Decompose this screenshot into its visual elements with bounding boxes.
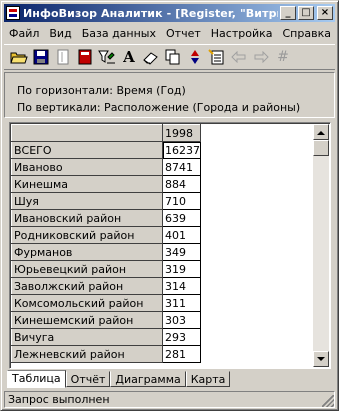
- table-cell[interactable]: 293: [162, 328, 201, 346]
- row-header[interactable]: Юрьевецкий район: [11, 260, 163, 278]
- page-icon[interactable]: [52, 46, 74, 68]
- menu-database[interactable]: База данных: [77, 27, 161, 40]
- menu-report[interactable]: Отчет: [161, 27, 206, 40]
- table-row: Комсомольский район 311: [11, 294, 201, 312]
- scroll-down-button[interactable]: [313, 351, 329, 367]
- row-header[interactable]: ВСЕГО: [11, 141, 163, 159]
- horizontal-dimension-label: По горизонтали: Время (Год): [17, 84, 186, 97]
- data-table: 1998 ВСЕГО 16237 Иваново 8741 Кинешма 88…: [11, 124, 201, 363]
- row-header[interactable]: Кинешемский район: [11, 311, 163, 329]
- vertical-scrollbar[interactable]: [313, 124, 329, 367]
- table-cell[interactable]: 311: [162, 294, 201, 312]
- resize-grip-icon[interactable]: [322, 395, 334, 407]
- table-row: Фурманов 349: [11, 243, 201, 261]
- status-bar: Запрос выполнен: [4, 391, 335, 408]
- toolbar: A #: [4, 44, 335, 70]
- row-header[interactable]: Шуя: [11, 192, 163, 210]
- maximize-button[interactable]: □: [298, 6, 314, 20]
- eraser-icon[interactable]: [140, 46, 162, 68]
- close-button[interactable]: ×: [317, 6, 333, 20]
- row-header[interactable]: Лежневский район: [11, 345, 163, 363]
- copy-pages-icon[interactable]: [162, 46, 184, 68]
- arrow-right-icon[interactable]: [250, 46, 272, 68]
- app-window: ИнфоВизор Аналитик - [Register, "Витри..…: [0, 0, 339, 411]
- table-cell[interactable]: 710: [162, 192, 201, 210]
- vertical-dimension-label: По вертикали: Расположение (Города и рай…: [17, 101, 301, 114]
- menu-file[interactable]: Файл: [4, 27, 44, 40]
- row-header[interactable]: Ивановский район: [11, 209, 163, 227]
- row-header[interactable]: Заволжский район: [11, 277, 163, 295]
- tab-diagram[interactable]: Диаграмма: [110, 371, 186, 387]
- wizard-paper-icon[interactable]: [206, 46, 228, 68]
- scroll-thumb[interactable]: [313, 140, 329, 156]
- table-row: Шуя 710: [11, 192, 201, 210]
- table-cell[interactable]: 16237: [162, 141, 201, 159]
- table-row: Лежневский район 281: [11, 345, 201, 363]
- header-row: 1998: [11, 124, 201, 142]
- open-folder-icon[interactable]: [8, 46, 30, 68]
- tab-map[interactable]: Карта: [185, 371, 231, 387]
- table-row: Вичуга 293: [11, 328, 201, 346]
- sort-arrows-icon[interactable]: [184, 46, 206, 68]
- calculator-icon[interactable]: [74, 46, 96, 68]
- row-header[interactable]: Иваново: [11, 158, 163, 176]
- table-cell[interactable]: 303: [162, 311, 201, 329]
- menu-help[interactable]: Справка: [277, 27, 335, 40]
- row-header[interactable]: Комсомольский район: [11, 294, 163, 312]
- table-cell[interactable]: 884: [162, 175, 201, 193]
- arrow-up-icon: [317, 130, 325, 135]
- status-text: Запрос выполнен: [8, 393, 110, 406]
- table-row: Юрьевецкий район 319: [11, 260, 201, 278]
- save-disk-icon[interactable]: [30, 46, 52, 68]
- data-grid[interactable]: 1998 ВСЕГО 16237 Иваново 8741 Кинешма 88…: [9, 122, 331, 369]
- table-row: ВСЕГО 16237: [11, 141, 201, 159]
- tab-table[interactable]: Таблица: [7, 370, 66, 388]
- filter-icon[interactable]: [96, 46, 118, 68]
- menu-view[interactable]: Вид: [44, 27, 76, 40]
- row-header[interactable]: Фурманов: [11, 243, 163, 261]
- app-icon[interactable]: [6, 6, 20, 20]
- row-header[interactable]: Родниковский район: [11, 226, 163, 244]
- table-row: Кинешма 884: [11, 175, 201, 193]
- view-tabs: Таблица Отчёт Диаграмма Карта: [7, 370, 231, 388]
- arrow-left-icon[interactable]: [228, 46, 250, 68]
- table-row: Родниковский район 401: [11, 226, 201, 244]
- arrow-down-icon: [317, 356, 325, 361]
- table-cell[interactable]: 319: [162, 260, 201, 278]
- grid-corner: [11, 124, 163, 142]
- column-header-year[interactable]: 1998: [162, 124, 201, 142]
- table-row: Ивановский район 639: [11, 209, 201, 227]
- table-cell[interactable]: 314: [162, 277, 201, 295]
- row-header[interactable]: Кинешма: [11, 175, 163, 193]
- menu-settings[interactable]: Настройка: [206, 27, 278, 40]
- table-cell[interactable]: 401: [162, 226, 201, 244]
- hash-icon[interactable]: #: [272, 46, 294, 68]
- table-cell[interactable]: 281: [162, 345, 201, 363]
- table-cell[interactable]: 639: [162, 209, 201, 227]
- table-row: Кинешемский район 303: [11, 311, 201, 329]
- window-title: ИнфоВизор Аналитик - [Register, "Витри..…: [23, 6, 278, 20]
- table-cell[interactable]: 349: [162, 243, 201, 261]
- font-icon[interactable]: A: [118, 46, 140, 68]
- title-bar[interactable]: ИнфоВизор Аналитик - [Register, "Витри..…: [4, 4, 335, 22]
- row-header[interactable]: Вичуга: [11, 328, 163, 346]
- table-row: Иваново 8741: [11, 158, 201, 176]
- table-row: Заволжский район 314: [11, 277, 201, 295]
- tab-report[interactable]: Отчёт: [65, 371, 111, 387]
- query-info-panel: По горизонтали: Время (Год) По вертикали…: [4, 72, 335, 118]
- table-cell[interactable]: 8741: [162, 158, 201, 176]
- scroll-up-button[interactable]: [313, 124, 329, 140]
- minimize-button[interactable]: _: [280, 6, 296, 20]
- menu-bar: Файл Вид База данных Отчет Настройка Спр…: [4, 24, 335, 42]
